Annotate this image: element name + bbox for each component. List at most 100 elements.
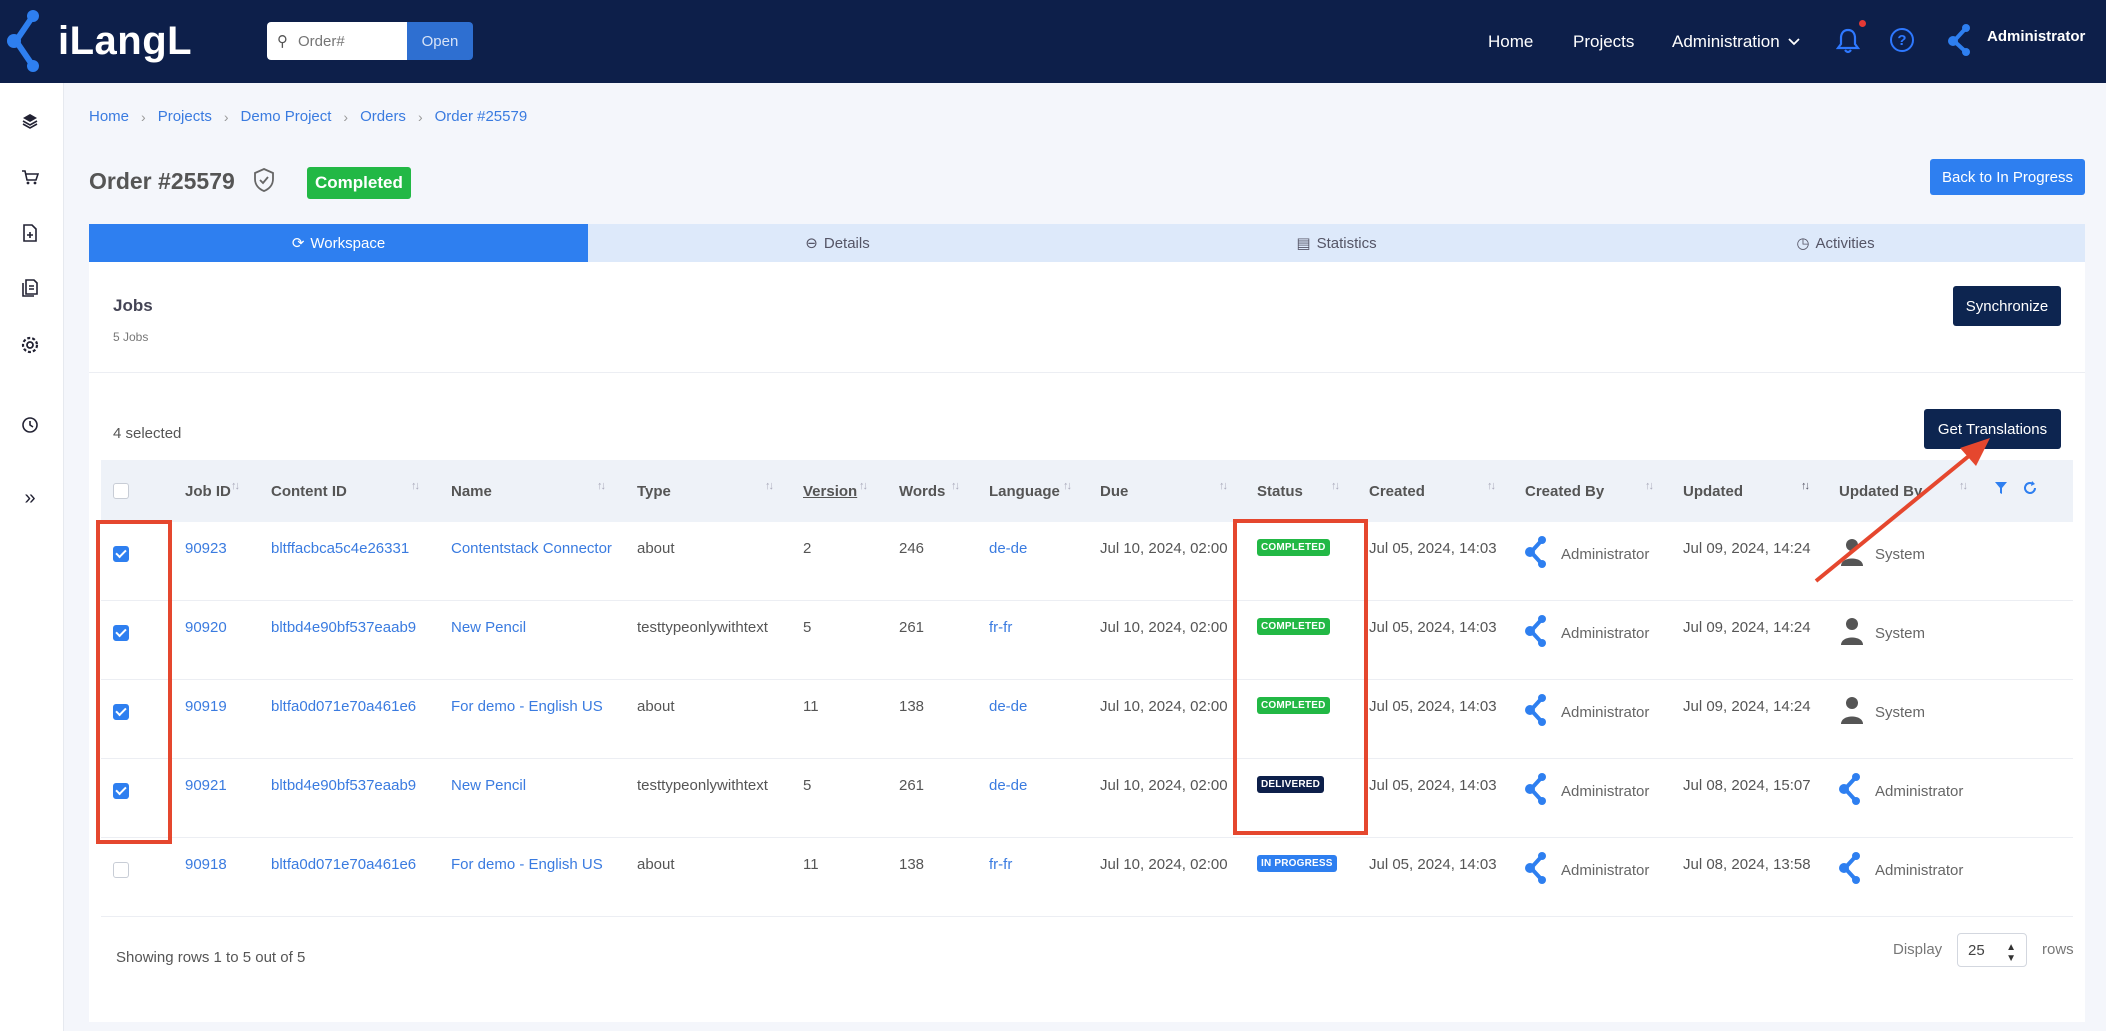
expand-sidebar-icon[interactable]: » [20,487,40,509]
sort-icon[interactable]: ↑↓ [1331,480,1340,492]
job-language-link[interactable]: de-de [989,777,1027,794]
job-language-link[interactable]: de-de [989,698,1027,715]
col-due[interactable]: Due [1100,460,1128,522]
sort-icon[interactable]: ↑↓ [231,480,240,492]
top-navbar: iLangL ⚲ Open Home Projects Administrati… [0,0,2106,83]
col-version[interactable]: Version [803,460,857,522]
sort-icon[interactable]: ↑↓ [1063,480,1072,492]
created-by-name: Administrator [1561,861,1650,879]
col-language[interactable]: Language [989,460,1060,522]
ilangl-logo-icon [1525,615,1551,651]
col-words[interactable]: Words [899,460,945,522]
history-icon[interactable] [20,415,40,435]
sort-icon[interactable]: ↑↓ [1219,480,1228,492]
job-type: about [637,856,675,873]
row-checkbox[interactable] [113,862,129,878]
sort-icon[interactable]: ↑↓ [411,480,420,492]
job-name-link[interactable]: New Pencil [451,619,526,636]
breadcrumb-project[interactable]: Demo Project [241,108,332,125]
sort-icon[interactable]: ↑↓ [1487,480,1496,492]
table-row[interactable]: 90921 bltbd4e90bf537eaab9 New Pencil testty… [101,759,2073,838]
col-type[interactable]: Type [637,460,671,522]
back-to-in-progress-button[interactable]: Back to In Progress [1930,159,2085,195]
col-content-id[interactable]: Content ID [271,460,347,522]
nav-administration[interactable]: Administration [1672,0,1800,83]
col-updated-by[interactable]: Updated By [1839,460,1922,522]
job-updated: Jul 08, 2024, 13:58 [1683,856,1811,873]
job-id-link[interactable]: 90921 [185,777,227,794]
sort-icon[interactable]: ↑↓ [859,480,868,492]
col-job-id[interactable]: Job ID [185,460,231,522]
sort-icon[interactable]: ↑↓ [1645,480,1654,492]
tab-workspace[interactable]: ⟳ Workspace [89,224,588,262]
job-id-link[interactable]: 90918 [185,856,227,873]
nav-home[interactable]: Home [1488,0,1533,83]
tab-activities[interactable]: ◷ Activities [1586,224,2085,262]
table-row[interactable]: 90923 bltffacbca5c4e26331 Contentstack Con… [101,522,2073,601]
job-due: Jul 10, 2024, 02:00 [1100,540,1228,557]
breadcrumb-home[interactable]: Home [89,108,129,125]
tab-details[interactable]: ⊖ Details [588,224,1087,262]
col-name[interactable]: Name [451,460,492,522]
select-all-checkbox[interactable] [113,460,129,522]
breadcrumb-projects[interactable]: Projects [158,108,212,125]
table-row[interactable]: 90918 bltfa0d071e70a461e6 For demo - Engli… [101,838,2073,917]
user-name[interactable]: Administrator [1987,28,2085,45]
breadcrumb-current[interactable]: Order #25579 [435,108,528,125]
open-order-button[interactable]: Open [407,22,473,60]
job-name-link[interactable]: New Pencil [451,777,526,794]
job-name-link[interactable]: Contentstack Connector [451,540,612,557]
sort-icon[interactable]: ↑↓ [597,480,606,492]
documents-icon[interactable] [20,278,40,298]
bell-icon[interactable] [1836,28,1860,54]
job-name-link[interactable]: For demo - English US [451,698,603,715]
col-updated[interactable]: Updated [1683,460,1743,522]
job-id-link[interactable]: 90920 [185,619,227,636]
filter-icon[interactable] [1994,481,2008,495]
tab-statistics[interactable]: ▤ Statistics [1087,224,1586,262]
status-badge: IN PROGRESS [1257,855,1337,872]
sort-icon[interactable]: ↑↓ [951,480,960,492]
sort-icon[interactable]: ↑↓ [1959,480,1968,492]
refresh-icon[interactable] [2023,481,2037,495]
col-created[interactable]: Created [1369,460,1425,522]
content-id-link[interactable]: bltfa0d071e70a461e6 [271,856,416,873]
job-version: 11 [803,856,819,873]
content-id-link[interactable]: bltfa0d071e70a461e6 [271,698,416,715]
created-by: Administrator [1525,536,1649,572]
nav-projects[interactable]: Projects [1573,0,1634,83]
job-id-link[interactable]: 90923 [185,540,227,557]
cart-icon[interactable] [20,167,40,187]
table-row[interactable]: 90920 bltbd4e90bf537eaab9 New Pencil testty… [101,601,2073,680]
job-name-link[interactable]: For demo - English US [451,856,603,873]
chart-icon: ▤ [1296,235,1311,252]
logo-icon [7,10,39,72]
col-status[interactable]: Status [1257,460,1303,522]
job-language-link[interactable]: fr-fr [989,619,1012,636]
updated-by-name: System [1875,624,1926,642]
tab-workspace-label: Workspace [310,234,386,252]
order-search[interactable]: ⚲ [267,22,407,60]
settings-icon[interactable] [20,335,40,355]
content-id-link[interactable]: bltffacbca5c4e26331 [271,540,409,557]
jobs-count: 5 Jobs [113,330,149,344]
col-created-by[interactable]: Created By [1525,460,1604,522]
help-icon[interactable]: ? [1890,28,1914,52]
file-add-icon[interactable] [20,223,40,243]
sort-icon[interactable]: ↑↓ [765,480,774,492]
content-id-link[interactable]: bltbd4e90bf537eaab9 [271,777,416,794]
table-row[interactable]: 90919 bltfa0d071e70a461e6 For demo - Engli… [101,680,2073,759]
job-language-link[interactable]: fr-fr [989,856,1012,873]
get-translations-button[interactable]: Get Translations [1924,409,2061,449]
user-avatar-icon[interactable] [1948,24,1978,56]
page-size-select[interactable]: 25 ▲ ▼ [1957,933,2027,967]
job-language-link[interactable]: de-de [989,540,1027,557]
content-id-link[interactable]: bltbd4e90bf537eaab9 [271,619,416,636]
app-logo[interactable]: iLangL [6,10,192,72]
sort-icon[interactable]: ↑↓ [1801,480,1810,492]
layers-icon[interactable] [20,111,40,131]
synchronize-button[interactable]: Synchronize [1953,286,2061,326]
order-search-input[interactable] [298,32,398,50]
job-id-link[interactable]: 90919 [185,698,227,715]
breadcrumb-orders[interactable]: Orders [360,108,406,125]
